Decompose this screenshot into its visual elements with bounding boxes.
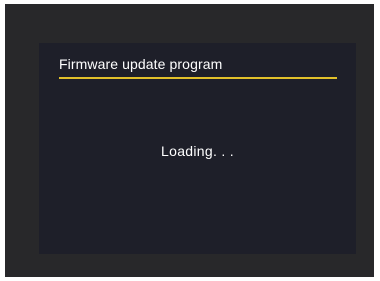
device-frame: Firmware update program Loading. . . [5,4,374,277]
title-underline [59,77,337,79]
screen-title: Firmware update program [59,56,223,72]
firmware-update-screen: Firmware update program Loading. . . [39,43,356,254]
loading-status-text: Loading. . . [161,143,234,159]
